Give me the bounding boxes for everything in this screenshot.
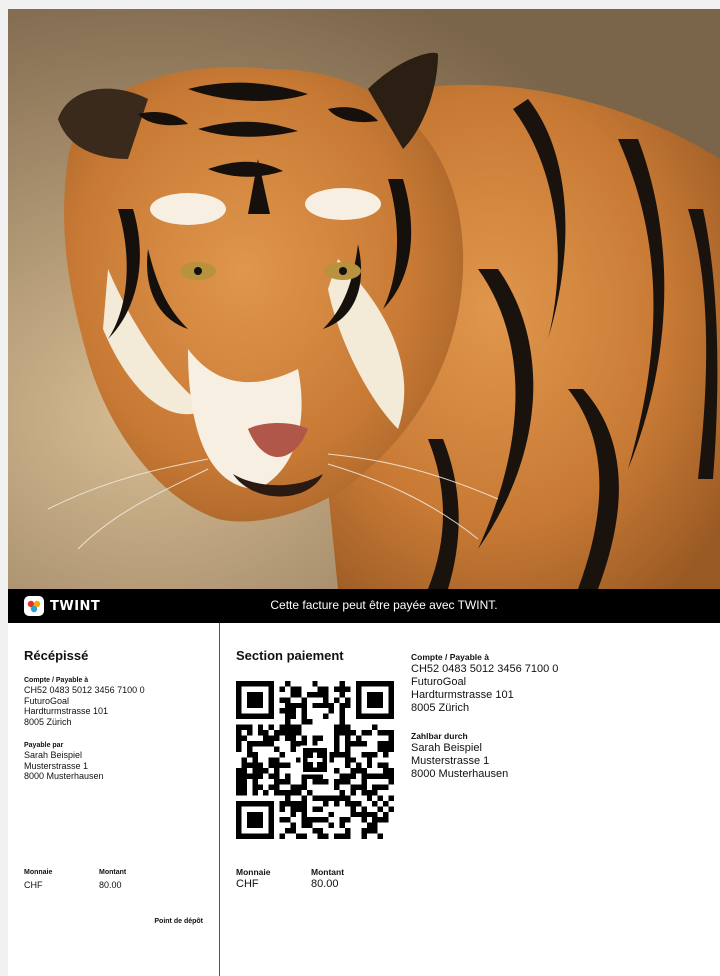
swiss-qr-code-icon xyxy=(236,681,394,839)
payment-currency-block: Monnaie CHF xyxy=(236,867,270,891)
twint-bar: TWINT Cette facture peut être payée avec… xyxy=(8,589,720,623)
payment-amount-block: Montant 80.00 xyxy=(311,867,344,891)
receipt-currency-label: Monnaie xyxy=(24,869,53,876)
payment-payer-block: Zahlbar durch Sarah Beispiel Musterstras… xyxy=(411,731,508,781)
payment-creditor-name: FuturoGoal xyxy=(411,676,467,688)
receipt-amount: 80.00 xyxy=(99,880,122,890)
payment-iban: CH52 0483 5012 3456 7100 0 xyxy=(411,663,559,675)
receipt-creditor-name: FuturoGoal xyxy=(24,695,70,706)
payment-creditor-street: Hardturmstrasse 101 xyxy=(411,689,514,701)
payment-account-label: Compte / Payable à xyxy=(411,652,489,662)
receipt-iban: CH52 0483 5012 3456 7100 0 xyxy=(24,685,145,695)
receipt-creditor-street: Hardturmstrasse 101 xyxy=(24,706,109,716)
payment-section: Section paiement Monnaie CHF Montant 80.… xyxy=(220,623,720,976)
receipt-payer-label: Payable par xyxy=(24,742,64,749)
receipt-section: Récépissé Compte / Payable à CH52 0483 5… xyxy=(8,623,220,976)
receipt-currency: CHF xyxy=(24,880,43,890)
payment-payer-label: Zahlbar durch xyxy=(411,731,468,741)
tiger-photo-icon xyxy=(8,9,720,589)
payment-currency-label: Monnaie xyxy=(236,867,271,877)
payment-amount-label: Montant xyxy=(311,867,345,877)
receipt-payer-street: Musterstrasse 1 xyxy=(24,760,89,771)
receipt-payer-name: Sarah Beispiel xyxy=(24,750,83,760)
payment-creditor-city: 8005 Zürich xyxy=(411,702,470,714)
payment-payer-name: Sarah Beispiel xyxy=(411,742,482,754)
qr-bill-page: TWINT Cette facture peut être payée avec… xyxy=(8,9,720,976)
payment-payer-street: Musterstrasse 1 xyxy=(411,755,490,767)
payment-title: Section paiement xyxy=(236,648,344,663)
receipt-account-label: Compte / Payable à xyxy=(24,677,89,684)
receipt-account-block: Compte / Payable à CH52 0483 5012 3456 7… xyxy=(24,676,145,727)
payment-amount: 80.00 xyxy=(311,878,339,890)
payment-payer-city: 8000 Musterhausen xyxy=(411,768,509,780)
receipt-payer-city: 8000 Musterhausen xyxy=(24,771,104,781)
payment-currency: CHF xyxy=(236,878,259,890)
receipt-amount-label: Montant xyxy=(99,869,127,876)
receipt-payer-block: Payable par Sarah Beispiel Musterstrasse… xyxy=(24,741,104,782)
payment-account-block: Compte / Payable à CH52 0483 5012 3456 7… xyxy=(411,652,558,715)
receipt-creditor-city: 8005 Zürich xyxy=(24,716,72,727)
tiger-photo xyxy=(8,9,720,589)
receipt-amount-block: Montant 80.00 xyxy=(99,868,126,891)
twint-message: Cette facture peut être payée avec TWINT… xyxy=(270,598,498,612)
receipt-currency-block: Monnaie CHF xyxy=(24,868,52,891)
receipt-acceptance-point: Point de dépôt xyxy=(154,918,203,925)
receipt-title: Récépissé xyxy=(24,648,89,663)
